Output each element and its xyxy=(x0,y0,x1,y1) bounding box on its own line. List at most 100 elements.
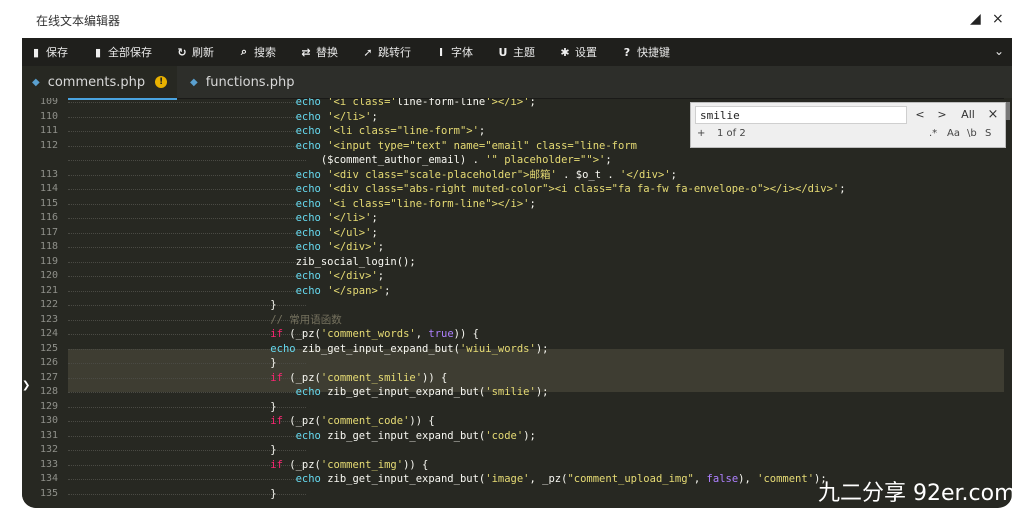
file-tabs: ◆ comments.php ! ◆ functions.php xyxy=(22,66,1012,100)
replace-button[interactable]: ⇄ 替换 xyxy=(300,44,338,60)
replace-label: 替换 xyxy=(316,46,338,59)
code-line: echo '<i class="line-form-line"></i>'; xyxy=(295,197,536,210)
editor-frame: ▮ 保存 ▮ 全部保存 ↻ 刷新 ⌕ 搜索 ⇄ 替换 ➚ 跳转行 I 字体 U 主题 ✱ 设置 ?… xyxy=(22,38,1012,508)
case-toggle[interactable]: Aa xyxy=(947,128,960,139)
tab-label: comments.php xyxy=(47,74,146,90)
search-next-button[interactable]: > xyxy=(933,106,951,124)
line-number: 126 xyxy=(39,357,58,368)
goto-line-label: 跳转行 xyxy=(378,46,411,59)
line-number: 123 xyxy=(39,313,58,325)
search-close-icon[interactable]: × xyxy=(985,106,1001,124)
code-line: echo zib_get_input_expand_but('image', _… xyxy=(295,473,827,485)
shortcut-icon: ? xyxy=(623,45,631,59)
code-line: echo zib_get_input_expand_but('code'); xyxy=(295,429,536,442)
save-button[interactable]: ▮ 保存 xyxy=(30,44,68,60)
tab-functions-php[interactable]: ◆ functions.php xyxy=(180,66,310,98)
restore-window-icon[interactable]: ◢ xyxy=(970,10,981,28)
search-label: 搜索 xyxy=(254,46,276,59)
line-number: 122 xyxy=(39,299,58,310)
side-expand-icon[interactable]: ❯ xyxy=(22,380,30,391)
code-line: // 常用语函数 xyxy=(68,313,342,326)
code-line: if (_pz('comment_smilie')) { xyxy=(270,371,448,384)
settings-button[interactable]: ✱ 设置 xyxy=(559,44,597,60)
php-file-icon: ◆ xyxy=(190,76,198,88)
code-line: ($comment_author_email) . '" placeholder… xyxy=(68,154,612,166)
font-icon: I xyxy=(438,45,444,59)
theme-icon: U xyxy=(498,45,508,59)
window-title: 在线文本编辑器 xyxy=(36,14,121,28)
code-line: echo '</li>'; xyxy=(295,212,378,224)
search-input[interactable]: smilie xyxy=(695,106,907,124)
save-icon: ▮ xyxy=(32,45,40,59)
line-number: 133 xyxy=(39,458,58,470)
shortcut-button[interactable]: ? 快捷键 xyxy=(621,44,670,60)
code-line: echo '</div>'; xyxy=(295,241,385,253)
code-line: echo zib_get_input_expand_but('wiui_word… xyxy=(270,342,549,355)
php-file-icon: ◆ xyxy=(32,76,40,88)
search-all-button[interactable]: All xyxy=(955,106,981,124)
refresh-button[interactable]: ↻ 刷新 xyxy=(176,44,214,60)
line-number: 119 xyxy=(39,255,58,267)
line-number: 134 xyxy=(39,473,58,484)
line-number: 114 xyxy=(39,183,58,194)
code-line: } xyxy=(68,299,277,311)
save-all-button[interactable]: ▮ 全部保存 xyxy=(92,44,152,60)
goto-line-button[interactable]: ➚ 跳转行 xyxy=(362,44,411,60)
whole-word-toggle[interactable]: \b xyxy=(967,128,977,139)
in-selection-toggle[interactable]: S xyxy=(985,128,991,139)
code-editor[interactable]: 109 110 111 112 113 114 115 116 117 118 119 120 121 1… xyxy=(22,98,1012,508)
code-line: echo '<div class="abs-right muted-color"… xyxy=(295,183,846,195)
tab-label: functions.php xyxy=(205,74,295,90)
code-line: } xyxy=(68,444,277,456)
font-label: 字体 xyxy=(451,46,473,59)
scrollbar-thumb[interactable] xyxy=(1006,102,1010,120)
editor-scrollbar[interactable] xyxy=(1004,98,1012,508)
search-count: 1 of 2 xyxy=(717,128,746,139)
line-number: 135 xyxy=(39,487,58,499)
code-line: if (_pz('comment_words', true)) { xyxy=(270,328,479,340)
theme-label: 主题 xyxy=(513,46,535,59)
search-expand-icon[interactable]: + xyxy=(697,128,705,139)
line-number-gutter: 109 110 111 112 113 114 115 116 117 118 119 120 121 1… xyxy=(22,98,68,508)
unsaved-warning-icon: ! xyxy=(155,76,168,88)
code-line: if (_pz('comment_img')) { xyxy=(270,458,429,471)
search-icon: ⌕ xyxy=(240,45,248,58)
refresh-label: 刷新 xyxy=(192,46,214,59)
regex-toggle[interactable]: .* xyxy=(929,128,937,139)
line-number: 132 xyxy=(39,444,58,455)
watermark: 九二分享 92er.com xyxy=(818,481,1014,506)
line-number: 109 xyxy=(39,98,58,107)
settings-label: 设置 xyxy=(575,46,597,59)
refresh-icon: ↻ xyxy=(177,45,187,59)
shortcut-label: 快捷键 xyxy=(637,46,670,59)
tab-comments-php[interactable]: ◆ comments.php ! xyxy=(22,66,177,100)
save-all-icon: ▮ xyxy=(94,45,102,59)
line-number: 130 xyxy=(39,415,58,426)
line-number: 118 xyxy=(39,241,58,252)
toolbar: ▮ 保存 ▮ 全部保存 ↻ 刷新 ⌕ 搜索 ⇄ 替换 ➚ 跳转行 I 字体 U 主题 ✱ 设置 ?… xyxy=(22,38,1012,66)
code-line: echo zib_get_input_expand_but('smilie'); xyxy=(295,386,549,398)
code-line: echo '<div class="scale-placeholder">邮箱'… xyxy=(295,168,677,181)
code-line: echo '<input type="text" name="email" cl… xyxy=(295,139,637,152)
code-line: } xyxy=(68,357,277,369)
code-line: if (_pz('comment_code')) { xyxy=(270,415,435,427)
line-number: 116 xyxy=(39,212,58,223)
font-button[interactable]: I 字体 xyxy=(435,44,473,60)
collapse-toolbar-icon[interactable]: ⌄ xyxy=(994,44,1004,58)
search-button[interactable]: ⌕ 搜索 xyxy=(238,44,276,60)
goto-line-icon: ➚ xyxy=(363,45,373,59)
code-line: echo '</li>'; xyxy=(295,110,378,123)
line-number: 111 xyxy=(39,125,58,136)
close-window-icon[interactable]: × xyxy=(992,10,1004,28)
code-line: echo '</ul>'; xyxy=(295,226,378,239)
code-line: echo '<i class='line-form-line'></i>'; xyxy=(295,98,536,108)
theme-button[interactable]: U 主题 xyxy=(497,44,535,60)
line-number: 113 xyxy=(39,168,58,180)
line-number: 129 xyxy=(39,400,58,412)
save-all-label: 全部保存 xyxy=(108,46,152,59)
search-panel: smilie < > All × + 1 of 2 .* Aa \b S xyxy=(690,102,1006,148)
line-number: 117 xyxy=(39,226,58,238)
save-label: 保存 xyxy=(46,46,68,59)
search-prev-button[interactable]: < xyxy=(911,106,929,124)
code-line: zib_social_login(); xyxy=(68,255,416,268)
